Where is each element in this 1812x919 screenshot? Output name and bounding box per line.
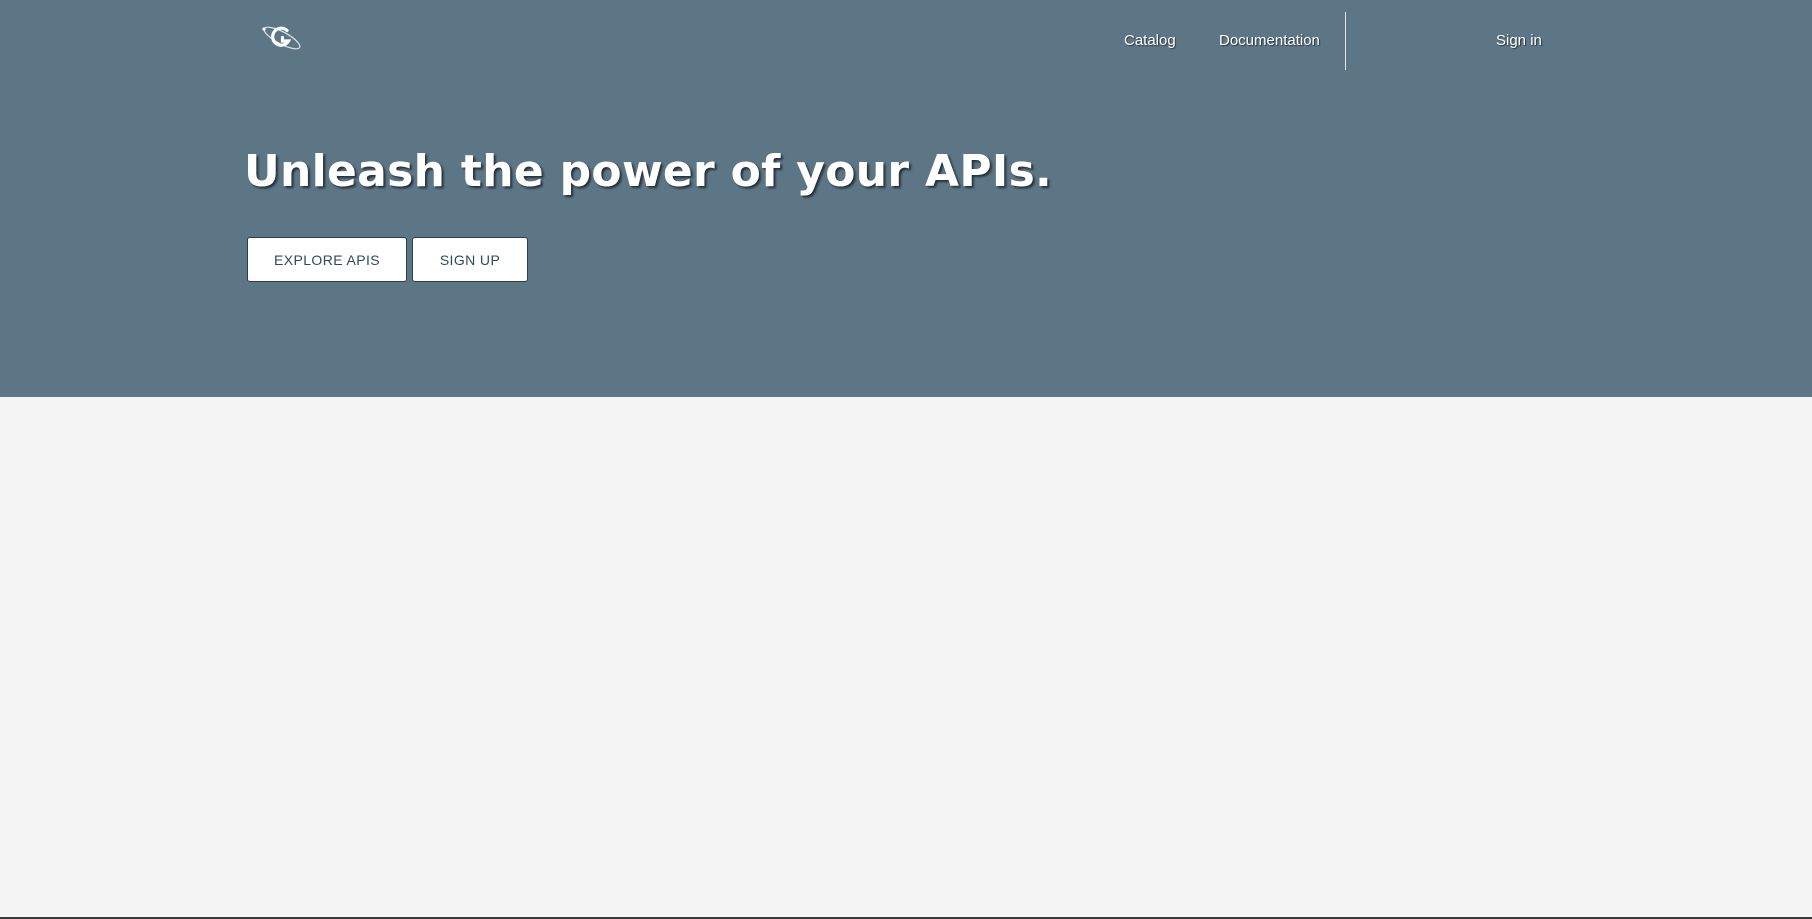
nav-divider bbox=[1345, 12, 1346, 70]
nav-catalog-link[interactable]: Catalog bbox=[1124, 31, 1176, 51]
explore-apis-button[interactable]: EXPLORE APIS bbox=[247, 237, 407, 282]
hero-headline: Unleash the power of your APIs. bbox=[244, 146, 1053, 197]
logo-icon[interactable] bbox=[258, 20, 306, 54]
page: Catalog Documentation Sign in Unleash th… bbox=[0, 0, 1812, 919]
hero-banner: Catalog Documentation Sign in Unleash th… bbox=[0, 0, 1812, 397]
sign-in-link[interactable]: Sign in bbox=[1496, 31, 1542, 51]
main-content-area bbox=[0, 397, 1812, 917]
nav-documentation-link[interactable]: Documentation bbox=[1219, 31, 1320, 51]
sign-up-button[interactable]: SIGN UP bbox=[412, 237, 528, 282]
